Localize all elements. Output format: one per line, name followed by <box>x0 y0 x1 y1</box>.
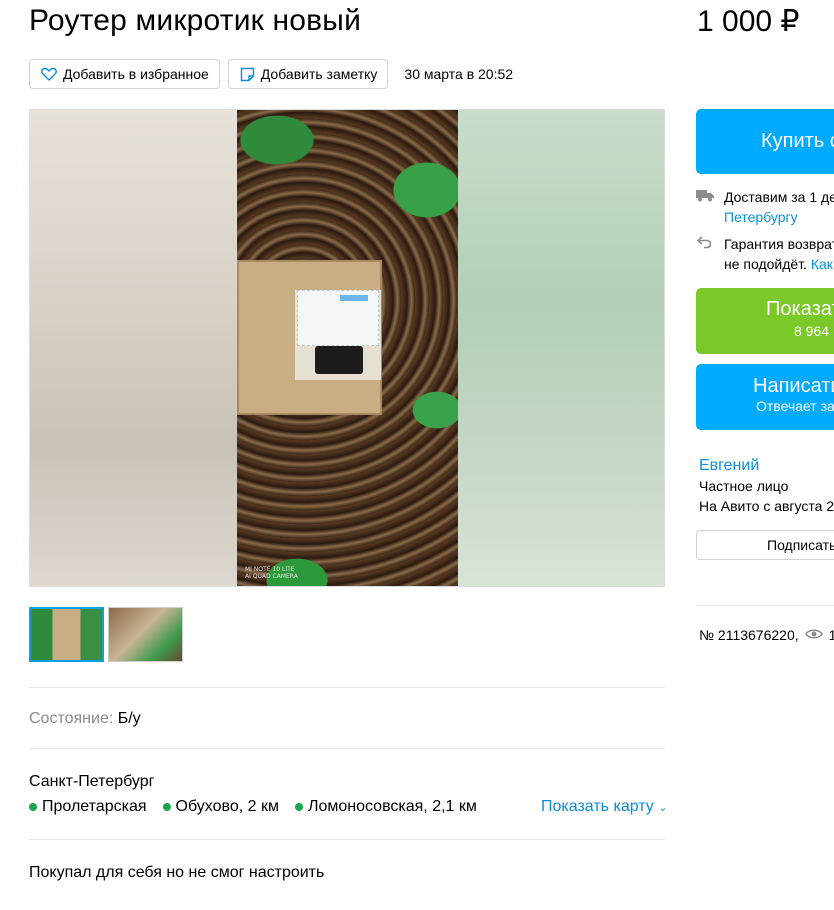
views-count: 1 <box>828 627 834 643</box>
camera-watermark: MI NOTE 10 LITE AI QUAD CAMERA <box>245 566 298 580</box>
seller-info: Евгений Частное лицо На Авито с августа … <box>699 456 834 516</box>
metro-station: Ломоносовская, 2,1 км <box>294 798 477 816</box>
listing-title: Роутер микротик новый <box>29 4 362 37</box>
guarantee-info: Гарантия возврат не подойдёт. Как <box>696 234 834 274</box>
thumbnail-strip <box>29 607 183 662</box>
gallery-blur-left <box>30 110 237 586</box>
divider <box>29 687 665 688</box>
guarantee-text: Гарантия возврат <box>724 236 834 252</box>
show-map-link[interactable]: Показать карту ⌄ <box>541 798 667 816</box>
thumbnail-2[interactable] <box>108 607 183 662</box>
metro-station: Обухово, 2 км <box>162 798 279 816</box>
truck-icon <box>696 187 716 227</box>
listing-actions: Добавить в избранное Добавить заметку 30… <box>29 59 513 89</box>
write-message-button[interactable]: Написать Отвечает за <box>696 364 834 430</box>
metro-stations: Пролетарская Обухово, 2 км Ломоносовская… <box>29 798 493 816</box>
note-icon <box>240 67 255 82</box>
seller-name-link[interactable]: Евгений <box>699 456 834 476</box>
eye-icon <box>804 627 823 643</box>
delivery-link[interactable]: Петербургу <box>724 209 798 225</box>
show-phone-button[interactable]: Показат 8 964 <box>696 288 834 354</box>
metro-station: Пролетарская <box>29 798 147 816</box>
guarantee-link[interactable]: Как <box>811 256 833 272</box>
metro-dot-icon <box>294 803 303 811</box>
thumbnail-1[interactable] <box>29 607 104 662</box>
divider <box>696 605 834 606</box>
router-cable <box>315 346 363 374</box>
return-arrow-icon <box>696 234 716 274</box>
add-note-label: Добавить заметку <box>260 66 378 82</box>
delivery-text: Доставим за 1 де <box>724 189 834 205</box>
divider <box>29 748 665 749</box>
buy-button[interactable]: Купить с <box>696 109 834 174</box>
chevron-down-icon: ⌄ <box>658 802 668 814</box>
add-to-favorites-button[interactable]: Добавить в избранное <box>29 59 220 89</box>
photo-gallery[interactable]: MI NOTE 10 LITE AI QUAD CAMERA <box>29 109 665 587</box>
city: Санкт-Петербург <box>29 773 155 790</box>
seller-type: Частное лицо <box>699 478 789 494</box>
add-note-button[interactable]: Добавить заметку <box>227 59 389 89</box>
gallery-blur-right <box>457 110 664 586</box>
condition-value: Б/у <box>117 710 141 727</box>
description: Покупал для себя но не смог настроить <box>29 864 325 881</box>
metro-dot-icon <box>162 803 171 811</box>
listing-date: 30 марта в 20:52 <box>404 66 514 82</box>
heart-icon <box>41 67 57 81</box>
seller-since: На Авито с августа 2 <box>699 498 834 514</box>
metro-dot-icon <box>29 803 37 811</box>
condition-key: Состояние: <box>29 710 114 727</box>
router-device <box>297 290 379 346</box>
listing-price: 1 000 ₽ <box>697 5 800 38</box>
condition: Состояние: Б/у <box>29 710 141 728</box>
ad-number: № 2113676220, 1 <box>699 627 834 643</box>
divider <box>29 839 665 840</box>
main-photo[interactable]: MI NOTE 10 LITE AI QUAD CAMERA <box>237 110 458 586</box>
delivery-info: Доставим за 1 де Петербургу <box>696 187 834 227</box>
subscribe-button[interactable]: Подписать <box>696 530 834 560</box>
add-to-favorites-label: Добавить в избранное <box>63 66 209 82</box>
